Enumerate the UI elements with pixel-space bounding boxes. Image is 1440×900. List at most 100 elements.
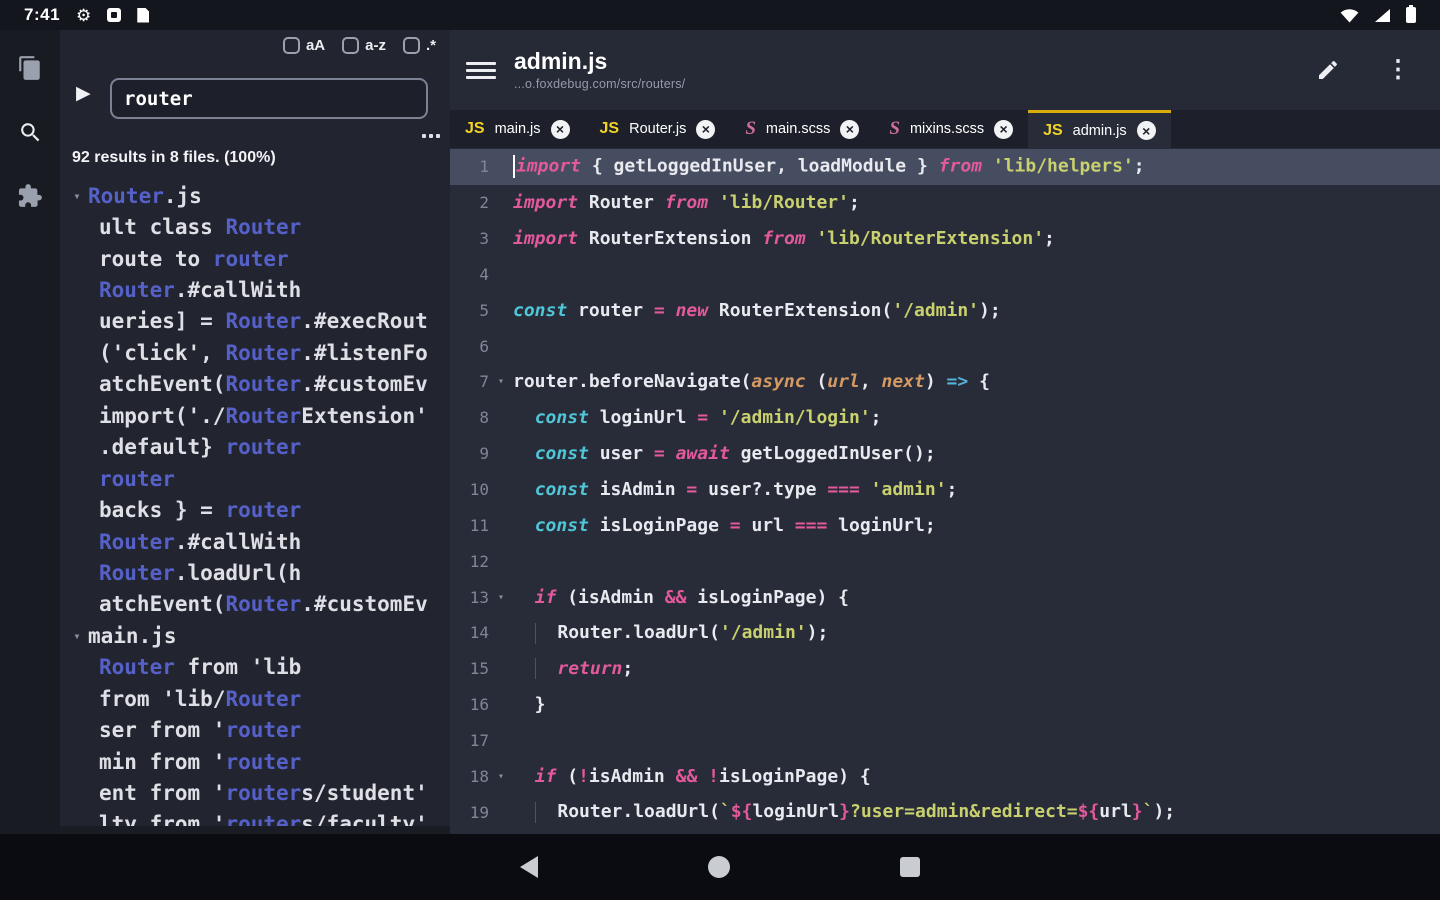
code-text: if (!isAdmin && !isLoginPage) {	[534, 765, 871, 787]
run-search-icon[interactable]: ▶	[76, 84, 91, 103]
code-line-8[interactable]: 8 const loginUrl = '/admin/login';	[450, 400, 1440, 436]
search-options: aA a-z .*	[282, 37, 436, 54]
option-case-sensitive[interactable]: aA	[282, 37, 325, 54]
fold-icon[interactable]: ▾	[489, 376, 513, 387]
result-match-row[interactable]: router	[60, 463, 450, 494]
code-line-11[interactable]: 11 const isLoginPage = url === loginUrl;	[450, 507, 1440, 543]
files-icon[interactable]	[16, 54, 44, 82]
result-file-row[interactable]: ▾ main.js	[60, 620, 450, 651]
code-line-13[interactable]: 13 ▾ if (isAdmin && isLoginPage) {	[450, 579, 1440, 615]
result-match-row[interactable]: route to router	[60, 243, 450, 274]
result-match-row[interactable]: ult class Router	[60, 211, 450, 242]
more-options-icon[interactable]	[422, 134, 440, 138]
kebab-menu-icon[interactable]: ⋮	[1386, 58, 1410, 82]
context-text: s/student'	[301, 781, 428, 806]
context-text: route to	[99, 246, 213, 271]
context-text: .#listenFo	[301, 340, 428, 365]
fold-icon[interactable]: ▾	[489, 592, 513, 603]
close-tab-icon[interactable]: ×	[1136, 121, 1156, 140]
code-line-12[interactable]: 12	[450, 543, 1440, 579]
code-editor[interactable]: 1 import { getLoggedInUser, loadModule } …	[450, 148, 1440, 834]
line-number: 8	[479, 408, 489, 428]
close-tab-icon[interactable]: ×	[994, 119, 1014, 139]
context-text: main.js	[88, 623, 177, 648]
checkbox-regex[interactable]	[402, 37, 420, 54]
search-results-summary: 92 results in 8 files. (100%)	[72, 149, 276, 166]
code-line-9[interactable]: 9 const user = await getLoggedInUser();	[450, 436, 1440, 472]
tab-main.js[interactable]: JS main.js ×	[450, 110, 585, 148]
caret-down-icon: ▾	[73, 188, 81, 203]
option-label: .*	[425, 37, 436, 54]
fold-icon[interactable]: ▾	[489, 771, 513, 782]
search-input[interactable]	[110, 78, 428, 119]
result-match-row[interactable]: import('./Router Extension'	[60, 400, 450, 431]
result-file-row[interactable]: ▾ Router .js	[60, 180, 450, 211]
result-match-row[interactable]: ('click', Router .#listenFo	[60, 337, 450, 368]
result-match-row[interactable]: atchEvent(Router .#customEv	[60, 589, 450, 620]
result-match-row[interactable]: Router from 'lib	[60, 652, 450, 683]
js-file-icon: JS	[465, 120, 485, 137]
result-match-row[interactable]: Router .loadUrl(h	[60, 557, 450, 588]
tab-main.scss[interactable]: Smain.scss ×	[730, 110, 874, 148]
code-line-19[interactable]: 19 Router.loadUrl(`${loginUrl}?user=admi…	[450, 794, 1440, 830]
close-tab-icon[interactable]: ×	[840, 119, 860, 139]
match-text: router	[225, 718, 302, 743]
sass-file-icon: S	[745, 118, 756, 139]
result-match-row[interactable]: backs } = router	[60, 494, 450, 525]
search-icon[interactable]	[16, 118, 44, 146]
app-screen: 7:41 ⚙ aA a-z .* ▶ router 92 results in …	[0, 0, 1440, 900]
option-regex[interactable]: .*	[402, 37, 436, 54]
home-icon[interactable]	[708, 856, 730, 878]
line-number: 1	[479, 157, 489, 177]
code-line-7[interactable]: 7 ▾ router.beforeNavigate(async (url, next…	[450, 364, 1440, 400]
code-text: import { getLoggedInUser, loadModule } f…	[513, 155, 1440, 179]
result-match-row[interactable]: ent from ' router s/student'	[60, 777, 450, 808]
code-line-3[interactable]: 3 import RouterExtension from 'lib/Router…	[450, 221, 1440, 257]
result-match-row[interactable]: atchEvent(Router .#customEv	[60, 369, 450, 400]
context-text: s/faculty'	[301, 812, 428, 826]
code-line-15[interactable]: 15 return;	[450, 651, 1440, 687]
close-tab-icon[interactable]: ×	[696, 119, 716, 139]
search-panel: aA a-z .* ▶ 92 results in 8 files. (100%…	[60, 30, 450, 834]
code-line-17[interactable]: 17	[450, 723, 1440, 759]
recents-icon[interactable]	[900, 857, 920, 877]
code-line-5[interactable]: 5 const router = new RouterExtension('/ad…	[450, 292, 1440, 328]
result-match-row[interactable]: .default} router	[60, 432, 450, 463]
back-icon[interactable]	[520, 856, 538, 878]
close-tab-icon[interactable]: ×	[550, 119, 570, 139]
result-match-row[interactable]: Router .#callWith	[60, 274, 450, 305]
checkbox-case-sensitive[interactable]	[282, 37, 300, 54]
line-number: 11	[469, 515, 489, 535]
code-line-16[interactable]: 16 }	[450, 687, 1440, 723]
code-line-6[interactable]: 6	[450, 328, 1440, 364]
result-match-row[interactable]: ser from ' router	[60, 714, 450, 745]
hamburger-icon[interactable]	[466, 61, 496, 79]
tab-Router.js[interactable]: JS Router.js ×	[585, 110, 731, 148]
result-match-row[interactable]: min from ' router	[60, 746, 450, 777]
line-gutter: 5	[450, 301, 513, 320]
code-line-14[interactable]: 14 Router.loadUrl('/admin');	[450, 615, 1440, 651]
line-number: 16	[469, 695, 489, 715]
main-area: aA a-z .* ▶ 92 results in 8 files. (100%…	[0, 30, 1440, 834]
match-text: router	[225, 498, 302, 523]
code-line-2[interactable]: 2 import Router from 'lib/Router';	[450, 185, 1440, 221]
code-line-1[interactable]: 1 import { getLoggedInUser, loadModule } …	[450, 149, 1440, 185]
result-match-row[interactable]: ueries] = Router .#execRout	[60, 306, 450, 337]
context-text: ult class	[99, 215, 226, 240]
extensions-icon[interactable]	[16, 182, 44, 210]
code-line-18[interactable]: 18 ▾ if (!isAdmin && !isLoginPage) {	[450, 758, 1440, 794]
tab-label: Router.js	[629, 121, 687, 137]
code-line-4[interactable]: 4	[450, 257, 1440, 293]
option-whole-word[interactable]: a-z	[342, 37, 386, 54]
tab-admin.js[interactable]: JS admin.js ×	[1028, 110, 1171, 148]
result-match-row[interactable]: Router .#callWith	[60, 526, 450, 557]
result-match-row[interactable]: from 'lib/Router	[60, 683, 450, 714]
checkbox-whole-word[interactable]	[342, 37, 360, 54]
result-match-row[interactable]: lty from ' router s/faculty'	[60, 809, 450, 826]
match-text: router	[225, 812, 302, 826]
context-text: from 'lib/	[99, 686, 226, 711]
line-gutter: 13 ▾	[450, 588, 513, 607]
pencil-icon[interactable]	[1316, 58, 1340, 82]
code-line-10[interactable]: 10 const isAdmin = user?.type === 'admin…	[450, 472, 1440, 508]
tab-mixins.scss[interactable]: Smixins.scss ×	[874, 110, 1028, 148]
